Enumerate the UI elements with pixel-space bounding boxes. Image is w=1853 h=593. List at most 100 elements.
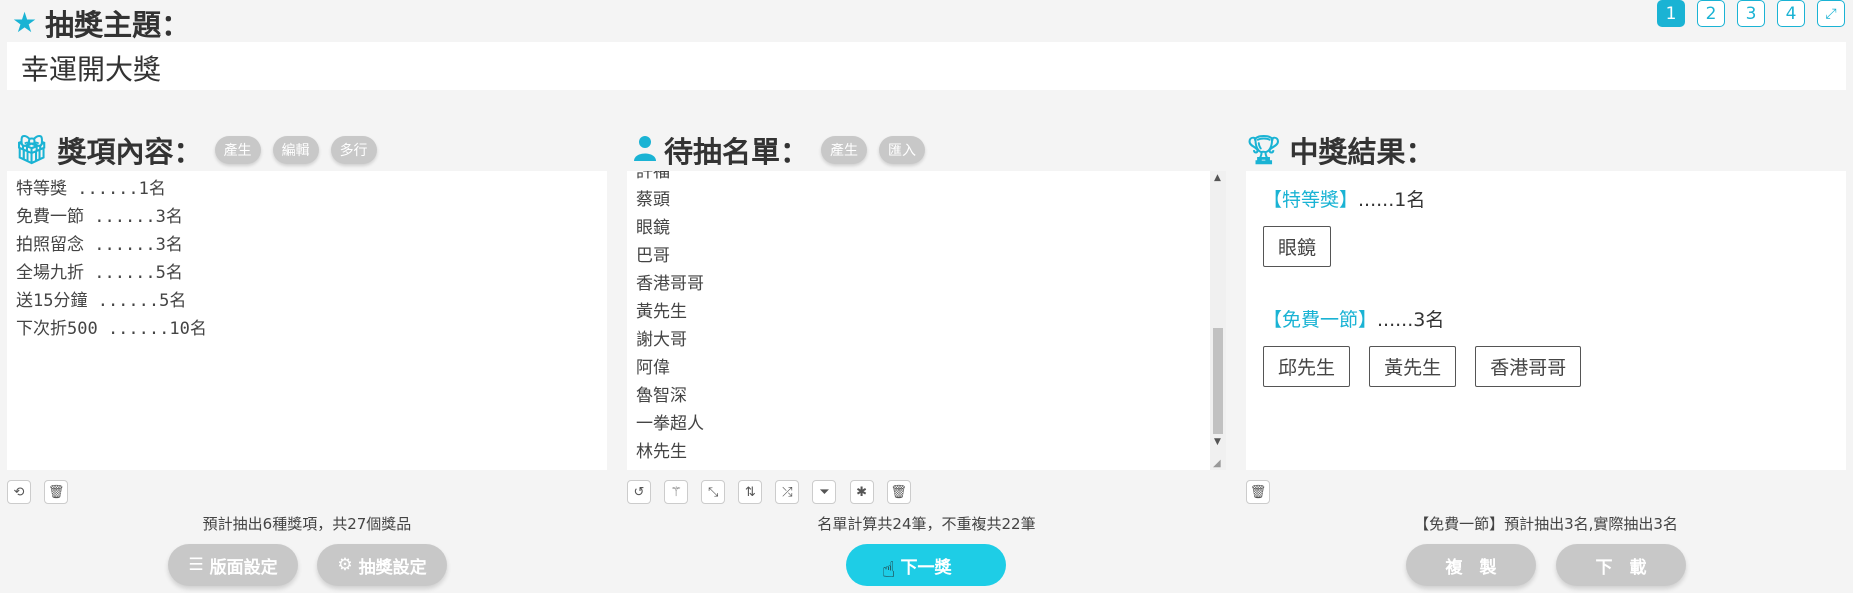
draw-settings-button[interactable]: ⚙ 抽獎設定 [317,544,447,586]
names-clear-button[interactable]: 🗑︎ [886,480,911,504]
prizes-toolbar: ⟲ 🗑︎ [7,480,76,504]
page-2-button[interactable]: 2 [1697,0,1725,27]
pointer-hand-icon: ☝ [882,558,896,583]
filter-button[interactable]: ⏷ [812,480,837,504]
name-line: 阿偉 [636,358,670,378]
trash-icon: 🗑︎ [1249,484,1267,500]
name-line: 許福 [636,171,670,182]
shuffle-icon: ⤮ [782,484,793,500]
retweet-icon: ⟲ [13,484,25,500]
name-line: 魯智深 [636,386,687,406]
prizes-heading-label: 獎項內容： [57,135,203,169]
resize-handle-icon[interactable]: ◢ [1213,458,1221,469]
name-line: 林先生 [636,442,687,462]
theme-title-input[interactable]: 幸運開大獎 [7,42,1846,90]
page-3-button[interactable]: 3 [1737,0,1765,27]
download-label: 下 載 [1595,557,1647,578]
trophy-icon: 🏆︎ [1246,133,1282,166]
prize-line: 免費一節 ......3名 [16,207,183,227]
names-textarea[interactable]: 許福 蔡頭 眼鏡 巴哥 香港哥哥 黃先生 謝大哥 阿偉 魯智深 一拳超人 林先生… [627,171,1226,470]
scroll-up-icon[interactable]: ▲ [1214,173,1221,183]
sort-button[interactable]: ⇅ [738,480,763,504]
undo-icon: ↺ [633,484,645,500]
scroll-down-icon[interactable]: ▼ [1214,437,1221,447]
name-line: 黃先生 [636,302,687,322]
result-prize-count: ......1名 [1358,189,1426,211]
winner-tag: 邱先生 [1263,346,1351,387]
winner-tag: 黃先生 [1369,346,1457,387]
next-prize-label: 下一獎 [900,557,952,578]
shuffle-button[interactable]: ⤮ [775,480,800,504]
layout-settings-button[interactable]: ☰ 版面設定 [168,544,298,586]
name-line: 眼鏡 [636,218,670,238]
asterisk-button[interactable]: ✱ [849,480,874,504]
result-prize-name: 【免費一節】 [1263,309,1378,331]
names-heading-label: 待抽名單： [664,135,810,169]
results-panel: 【特等獎】......1名 眼鏡 【免費一節】......3名 邱先生 黃先生 … [1246,171,1846,470]
sliders-icon: ☰ [188,555,204,575]
prize-line: 下次折500 ......10名 [16,319,207,339]
names-import-button[interactable]: 匯入 [879,136,926,164]
user-icon [634,135,656,166]
compress-button[interactable]: ⤡ [701,480,726,504]
result-prize-count: ......3名 [1377,309,1445,331]
undo-button[interactable]: ↺ [627,480,651,504]
magic-button[interactable]: ⚚ [664,480,689,504]
results-heading: 🏆︎ 中獎結果： [1246,129,1435,171]
next-prize-button[interactable]: 下一獎 [846,544,1006,586]
refresh-button[interactable]: ⟲ [7,480,31,504]
prizes-heading: 🎁︎ 獎項內容： 產生 編輯 多行 [14,129,377,171]
sort-alpha-icon: ⇅ [744,484,756,500]
result-group-title: 【特等獎】......1名 [1263,185,1829,212]
result-prize-name: 【特等獎】 [1263,189,1359,211]
asterisk-icon: ✱ [856,484,868,500]
results-toolbar: 🗑︎ [1246,480,1278,504]
names-toolbar: ↺ ⚚ ⤡ ⇅ ⤮ ⏷ ✱ 🗑︎ [627,480,919,504]
results-summary: 【免費一節】預計抽出3名,實際抽出3名 [1414,515,1678,533]
compress-icon: ⤡ [707,484,719,500]
gift-icon: 🎁︎ [14,133,50,166]
name-line: 香港哥哥 [636,274,704,294]
scrollbar-thumb[interactable] [1213,328,1223,434]
prize-line: 送15分鐘 ......5名 [16,291,187,311]
page-4-button[interactable]: 4 [1777,0,1805,27]
prize-line: 全場九折 ......5名 [16,263,183,283]
winner-tag: 眼鏡 [1263,226,1332,267]
prizes-clear-button[interactable]: 🗑︎ [44,480,69,504]
fullscreen-button[interactable]: ⤢ [1817,0,1845,27]
names-summary: 名單計算共24筆，不重複共22筆 [817,515,1036,533]
filter-icon: ⏷ [819,484,830,500]
trash-icon: 🗑︎ [890,484,907,500]
names-generate-button[interactable]: 產生 [821,136,868,164]
name-line: 蔡頭 [636,190,670,210]
theme-heading: ★ 抽獎主題： [12,2,190,44]
prizes-textarea[interactable]: 特等獎 ......1名 免費一節 ......3名 拍照留念 ......3名… [7,171,607,470]
name-line: 一拳超人 [636,414,704,434]
draw-settings-label: 抽獎設定 [358,557,427,578]
prizes-multiline-button[interactable]: 多行 [330,136,377,164]
prizes-generate-button[interactable]: 產生 [214,136,261,164]
names-heading: 待抽名單： 產生 匯入 [634,129,926,171]
result-group-title: 【免費一節】......3名 [1263,305,1829,332]
magic-wand-icon: ⚚ [670,484,682,500]
prizes-edit-button[interactable]: 編輯 [272,136,319,164]
names-scrollbar[interactable]: ▲ ▼ ◢ [1210,171,1226,470]
layout-settings-label: 版面設定 [209,557,278,578]
prize-line: 特等獎 ......1名 [16,179,166,199]
prizes-summary: 預計抽出6種獎項，共27個獎品 [202,515,412,533]
copy-button[interactable]: 複 製 [1406,544,1536,586]
star-icon: ★ [12,6,38,39]
results-heading-label: 中獎結果： [1289,135,1435,169]
winner-tag: 香港哥哥 [1475,346,1582,387]
copy-label: 複 製 [1445,557,1497,578]
name-line: 謝大哥 [636,330,687,350]
download-button[interactable]: 下 載 [1556,544,1686,586]
prize-line: 拍照留念 ......3名 [16,235,183,255]
expand-icon: ⤢ [1825,5,1837,22]
results-clear-button[interactable]: 🗑︎ [1246,480,1270,504]
gear-icon: ⚙ [337,555,353,575]
page-1-button[interactable]: 1 [1657,0,1685,27]
trash-icon: 🗑︎ [47,484,65,500]
name-line: 巴哥 [636,246,670,266]
theme-label: 抽獎主題： [45,8,191,42]
